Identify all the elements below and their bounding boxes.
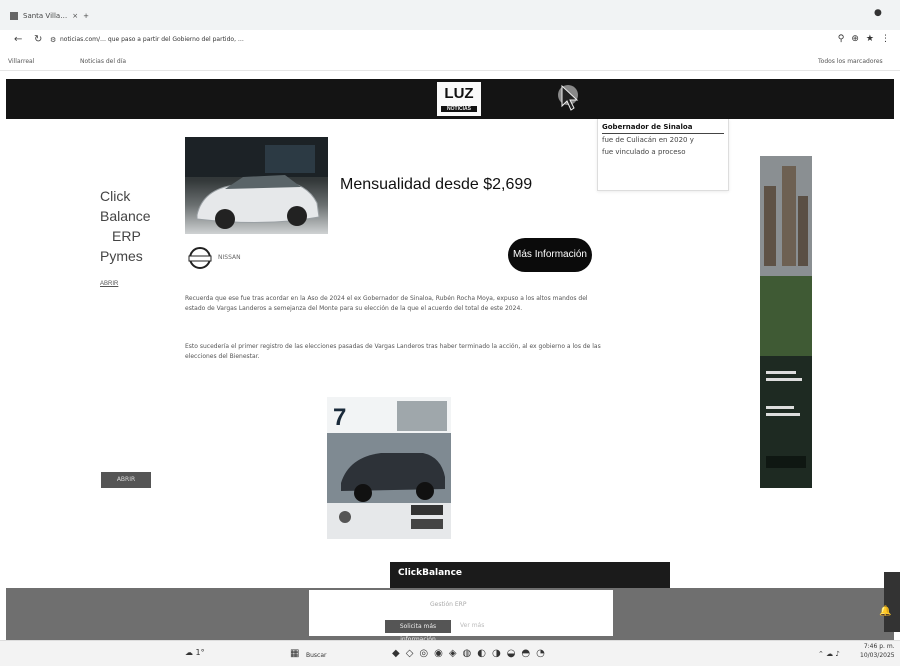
middle-ad-artwork: 7 [327,397,451,539]
extension-icon[interactable]: ⚲ [838,34,845,44]
new-tab-icon[interactable]: + [83,12,89,20]
popup-text: Gestión ERP [430,601,467,608]
left-ad-button[interactable]: ABRIR [101,472,151,488]
left-ad-link[interactable]: ABRIR [100,274,160,294]
browser-tab[interactable]: Santa Villa… × + [10,8,89,24]
left-ad-line-2: Balance [100,208,151,224]
left-ad-line-4: Pymes [100,248,143,264]
logo-text: LUZ [444,85,474,102]
toolbar-extensions: ⚲ ⊕ ★ ⋮ [838,34,890,44]
browser-tab-bar [0,0,900,31]
back-icon[interactable]: ← [14,34,22,45]
right-ad-artwork [760,156,812,488]
note-line-1: Gobernador de Sinaloa [602,121,724,134]
tab-title: Santa Villa… [23,12,68,20]
close-tab-icon[interactable]: × [72,12,78,20]
left-ad-line-1: Click [100,188,131,204]
bookmark-star-icon[interactable]: ★ [866,34,874,44]
popup-link[interactable]: Ver más [460,622,484,629]
tab-favicon-icon [10,12,18,20]
popup-info-button[interactable]: Solicita más información [385,620,451,643]
reload-icon[interactable]: ↻ [34,34,42,45]
clickbalance-popup-body [309,590,613,636]
bookmarks-bar: Villarreal Noticias del día Todos los ma… [0,52,900,71]
site-info-icon[interactable]: ⚙ [50,36,56,44]
clock-date: 10/03/2025 [860,652,895,659]
logo-subtext: NOTICIAS [441,106,477,112]
article-paragraph-1: Recuerda que ese fue tras acordar en la … [185,295,588,312]
car-promo-image[interactable] [185,137,328,234]
promo-title: Mensualidad desde $2,699 [340,176,533,193]
left-ad[interactable]: Click Balance ERP Pymes ABRIR [100,186,160,294]
profile-icon[interactable]: ● [874,8,882,18]
car-illustration [185,137,328,229]
right-vertical-ad[interactable] [760,156,812,488]
mouse-cursor-icon [558,84,579,111]
start-icon[interactable]: ▦ [290,648,299,659]
all-bookmarks[interactable]: Todos los marcadores [818,58,883,65]
site-logo[interactable]: LUZ NOTICIAS [437,82,481,116]
bookmark-item-1[interactable]: Villarreal [8,58,34,65]
system-tray-icons[interactable]: ⌃ ☁ ♪ [818,650,840,658]
svg-text:7: 7 [333,404,346,431]
side-dark-panel [884,572,900,632]
clickbalance-popup-header[interactable]: ClickBalance [390,562,670,588]
taskbar-clock[interactable]: 7:46 p. m. 10/03/2025 [860,642,895,660]
note-line-3: fue vinculado a proceso [602,148,686,156]
article-paragraph-2: Esto sucedería el primer registro de las… [185,343,601,360]
brand-name: NISSAN [218,254,241,261]
middle-car-ad[interactable]: 7 [327,397,451,539]
more-info-button[interactable]: Más Información [508,238,592,272]
related-note-box[interactable]: Gobernador de Sinaloa fue de Culiacán en… [597,119,729,191]
nissan-logo-icon [188,247,212,269]
menu-icon[interactable]: ⋮ [881,34,890,44]
taskbar-apps[interactable]: ◆◇◎◉◈◍◐◑◒◓◔ [392,648,551,659]
zoom-icon[interactable]: ⊕ [851,34,859,44]
taskbar-widget[interactable]: ☁ 1° [185,648,205,657]
clock-time: 7:46 p. m. [863,643,895,650]
notification-bell-icon[interactable]: 🔔 [879,606,893,620]
taskbar-search[interactable]: Buscar [306,652,327,659]
note-line-2: fue de Culiacán en 2020 y [602,136,694,144]
url-input[interactable]: noticias.com/… que paso a partir del Gob… [60,36,580,48]
bookmark-item-2[interactable]: Noticias del día [80,58,126,65]
left-ad-line-3: ERP [112,228,141,244]
